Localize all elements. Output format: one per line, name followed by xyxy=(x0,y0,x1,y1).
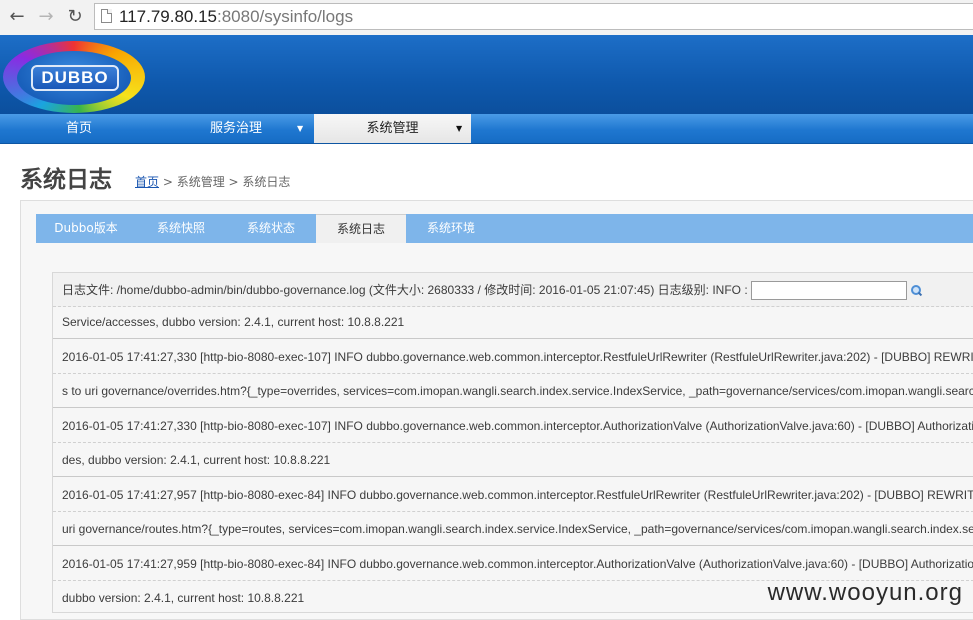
log-line: s to uri governance/overrides.htm?{_type… xyxy=(53,374,973,408)
reload-icon[interactable]: ↻ xyxy=(63,6,87,28)
tab-label: Dubbo版本 xyxy=(54,221,118,235)
menu-item-label: 服务治理 xyxy=(209,121,262,136)
log-line: 2016-01-05 17:41:27,959 [http-bio-8080-e… xyxy=(53,547,973,581)
breadcrumb-separator: > xyxy=(224,175,243,189)
log-line: 2016-01-05 17:41:27,330 [http-bio-8080-e… xyxy=(53,409,973,443)
url-path: :8080/sysinfo/logs xyxy=(217,7,354,26)
page-title: 系统日志 xyxy=(20,167,112,193)
address-bar[interactable]: 117.79.80.15:8080/sysinfo/logs xyxy=(94,3,973,30)
breadcrumb-current: 系统日志 xyxy=(242,175,291,189)
url-host: 117.79.80.15 xyxy=(119,7,217,26)
log-file-info-text: 日志文件: /home/dubbo-admin/bin/dubbo-govern… xyxy=(62,283,748,297)
menu-item-system-management[interactable]: 系统管理 ▼ xyxy=(314,114,471,143)
sysinfo-tabs: Dubbo版本 系统快照 系统状态 系统日志 系统环境 xyxy=(36,214,973,243)
tab-system-logs[interactable]: 系统日志 xyxy=(316,214,406,243)
breadcrumb-separator: > xyxy=(159,175,177,189)
page-icon xyxy=(101,9,112,23)
arrow-right-icon[interactable]: → xyxy=(34,6,58,28)
breadcrumb: 首页 > 系统管理 > 系统日志 xyxy=(135,173,290,190)
browser-toolbar: ← → ↻ 117.79.80.15:8080/sysinfo/logs xyxy=(0,0,973,36)
logo-text: DUBBO xyxy=(31,65,119,91)
menu-item-service-governance[interactable]: 服务治理 ▼ xyxy=(158,114,314,143)
log-line: uri governance/routes.htm?{_type=routes,… xyxy=(53,512,973,546)
app-header: DUBBO xyxy=(0,35,973,114)
dubbo-logo[interactable]: DUBBO xyxy=(3,41,145,113)
search-icon[interactable] xyxy=(910,284,922,297)
url-text[interactable]: 117.79.80.15:8080/sysinfo/logs xyxy=(119,7,353,27)
log-file-info: 日志文件: /home/dubbo-admin/bin/dubbo-govern… xyxy=(53,273,973,307)
tab-system-snapshot[interactable]: 系统快照 xyxy=(136,214,226,243)
log-line: des, dubbo version: 2.4.1, current host:… xyxy=(53,443,973,477)
main-menu: 首页 服务治理 ▼ 系统管理 ▼ xyxy=(0,114,973,144)
tab-dubbo-version[interactable]: Dubbo版本 xyxy=(36,214,136,243)
menu-item-label: 首页 xyxy=(65,121,92,136)
tab-label: 系统环境 xyxy=(426,221,475,235)
log-level-input[interactable] xyxy=(750,281,907,301)
menu-item-home[interactable]: 首页 xyxy=(0,114,158,143)
dropdown-caret-icon: ▼ xyxy=(456,124,463,133)
log-line: Service/accesses, dubbo version: 2.4.1, … xyxy=(53,305,973,339)
log-line: 2016-01-05 17:41:27,330 [http-bio-8080-e… xyxy=(53,340,973,374)
log-line: 2016-01-05 17:41:27,957 [http-bio-8080-e… xyxy=(53,478,973,512)
tab-label: 系统状态 xyxy=(246,221,295,235)
arrow-left-icon[interactable]: ← xyxy=(5,6,29,28)
breadcrumb-parent: 系统管理 xyxy=(176,175,225,189)
tab-system-status[interactable]: 系统状态 xyxy=(226,214,316,243)
watermark: www.wooyun.org xyxy=(767,579,963,606)
tab-system-environment[interactable]: 系统环境 xyxy=(406,214,496,243)
tab-label: 系统快照 xyxy=(156,221,205,235)
breadcrumb-home-link[interactable]: 首页 xyxy=(135,175,159,189)
log-viewer: 日志文件: /home/dubbo-admin/bin/dubbo-govern… xyxy=(52,272,973,613)
menu-item-label: 系统管理 xyxy=(366,121,419,136)
tab-label: 系统日志 xyxy=(336,222,385,236)
dropdown-caret-icon: ▼ xyxy=(297,124,304,133)
